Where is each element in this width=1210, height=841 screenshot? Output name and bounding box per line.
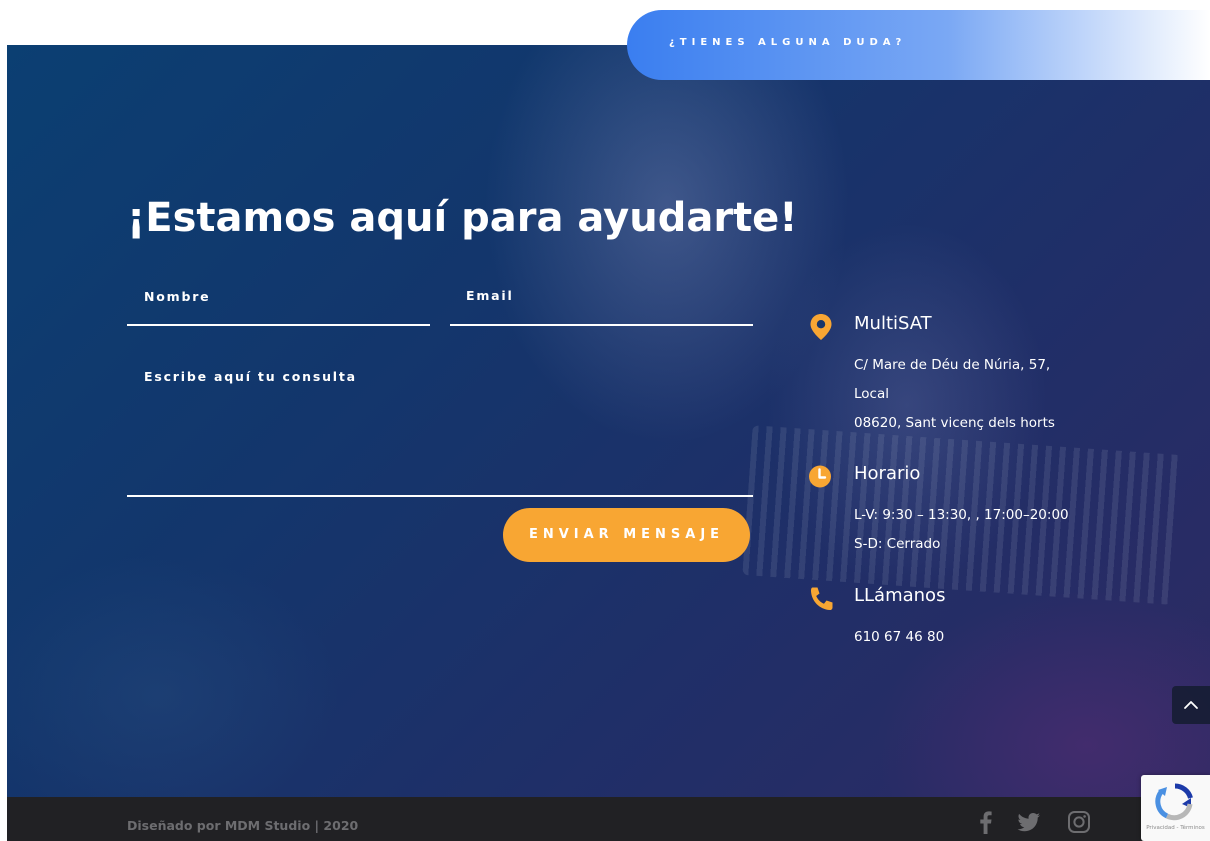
info-hours: Horario L-V: 9:30 – 13:30, , 17:00–20:00… <box>808 463 1108 563</box>
contact-heading: ¡Estamos aquí para ayudarte! <box>127 195 798 241</box>
footer-credit: Diseñado por MDM Studio | 2020 <box>127 818 359 833</box>
hours-line: L-V: 9:30 – 13:30, , 17:00–20:00 <box>854 507 1069 523</box>
name-underline <box>127 324 430 326</box>
message-underline <box>127 495 753 497</box>
location-title: MultiSAT <box>854 313 932 334</box>
hours-text: L-V: 9:30 – 13:30, , 17:00–20:00 S-D: Ce… <box>854 501 1069 559</box>
message-field[interactable]: Escribe aquí tu consulta <box>127 366 753 498</box>
recaptcha-icon <box>1155 783 1193 821</box>
address-line: Local <box>854 386 889 402</box>
facebook-icon[interactable] <box>974 810 998 834</box>
phone-number[interactable]: 610 67 46 80 <box>854 623 944 652</box>
instagram-icon[interactable] <box>1067 810 1091 834</box>
recaptcha-badge[interactable]: Privacidad - Términos <box>1141 775 1210 841</box>
hours-title: Horario <box>854 463 921 484</box>
call-title: LLámanos <box>854 585 946 606</box>
name-field[interactable]: Nombre <box>127 285 430 327</box>
message-placeholder: Escribe aquí tu consulta <box>144 369 357 384</box>
name-placeholder: Nombre <box>144 289 211 304</box>
recaptcha-terms[interactable]: Privacidad - Términos <box>1141 825 1210 831</box>
location-address: C/ Mare de Déu de Núria, 57, Local 08620… <box>854 351 1055 438</box>
site-footer: Diseñado por MDM Studio | 2020 <box>7 797 1210 841</box>
info-location: MultiSAT C/ Mare de Déu de Núria, 57, Lo… <box>808 313 1108 443</box>
info-call: LLámanos 610 67 46 80 <box>808 585 1108 655</box>
email-placeholder: Email <box>466 288 514 303</box>
address-line: C/ Mare de Déu de Núria, 57, <box>854 357 1051 373</box>
map-pin-icon <box>810 314 832 340</box>
chevron-up-icon <box>1184 701 1198 709</box>
clock-icon <box>809 465 831 488</box>
faq-tab[interactable]: ¿TIENES ALGUNA DUDA? <box>627 10 1210 80</box>
twitter-icon[interactable] <box>1017 810 1041 834</box>
scroll-to-top-button[interactable] <box>1172 686 1210 724</box>
email-underline <box>450 324 753 326</box>
email-field[interactable]: Email <box>450 285 753 327</box>
send-message-button[interactable]: ENVIAR MENSAJE <box>503 508 750 562</box>
address-line: 08620, Sant vicenç dels horts <box>854 415 1055 431</box>
phone-icon <box>810 587 833 611</box>
hours-line: S-D: Cerrado <box>854 536 941 552</box>
faq-tab-label: ¿TIENES ALGUNA DUDA? <box>669 37 907 48</box>
